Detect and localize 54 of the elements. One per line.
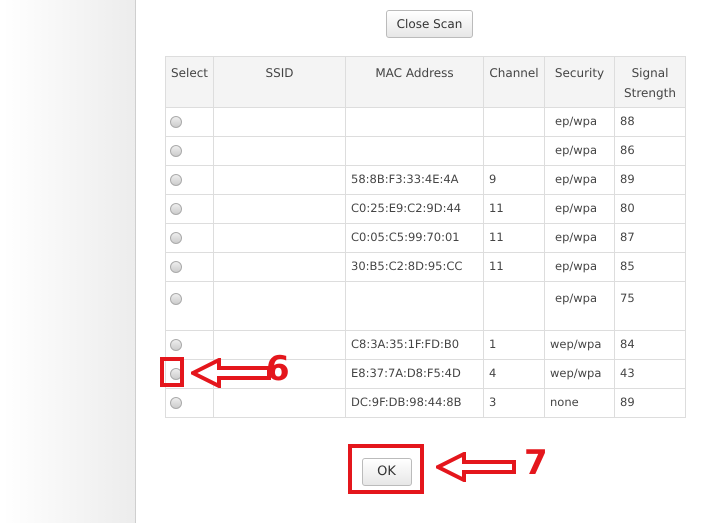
signal-cell: 87 [620,230,635,244]
security-cell: ep/wpa [555,143,598,158]
radio-button[interactable] [170,292,182,305]
security-cell: ep/wpa [555,259,598,274]
signal-cell: 84 [620,337,635,352]
mac-address-cell: DC:9F:DB:98:44:8B [351,395,462,410]
security-cell: wep/wpa [550,337,602,352]
channel-cell: 9 [489,172,496,186]
radio-button[interactable] [170,397,182,410]
mac-address-cell: E8:37:7A:D8:F5:4D [351,366,461,380]
radio-button[interactable] [170,339,182,352]
channel-cell: 11 [489,259,504,274]
close-scan-button[interactable]: Close Scan [386,10,474,38]
signal-cell: 75 [620,291,635,305]
signal-cell: 88 [620,114,635,128]
channel-cell: 1 [489,337,496,352]
signal-cell: 80 [620,201,635,216]
ok-button[interactable]: OK [362,458,412,486]
radio-button[interactable] [170,261,182,274]
security-cell: ep/wpa [555,201,598,216]
signal-cell: 85 [620,259,635,274]
mac-address-cell: C8:3A:35:1F:FD:B0 [351,337,460,352]
radio-button[interactable] [170,232,182,244]
signal-cell: 89 [620,395,635,410]
channel-cell: 11 [489,230,504,244]
channel-cell: 11 [489,201,504,216]
security-cell: wep/wpa [550,366,602,380]
radio-button[interactable] [170,174,182,186]
security-cell: ep/wpa [555,114,598,128]
mac-address-cell: C0:05:C5:99:70:01 [351,230,460,244]
signal-cell: 89 [620,172,635,186]
column-header: MAC Address [375,66,454,80]
arrow-icon [436,452,516,482]
signal-cell: 43 [620,366,635,380]
security-cell: ep/wpa [555,291,598,305]
channel-cell: 3 [489,395,496,410]
security-cell: ep/wpa [555,172,598,186]
column-header: SSID [265,66,294,80]
column-header: Channel [489,66,539,80]
radio-button[interactable] [170,145,182,158]
signal-cell: 86 [620,143,635,158]
mac-address-cell: C0:25:E9:C2:9D:44 [351,201,462,216]
mac-address-cell: 30:B5:C2:8D:95:CC [351,259,462,274]
security-cell: ep/wpa [555,230,598,244]
channel-cell: 4 [489,366,496,380]
column-header: Select [170,66,208,80]
radio-button[interactable] [170,203,182,216]
mac-address-cell: 58:8B:F3:33:4E:4A [351,172,459,186]
radio-button[interactable] [170,116,182,128]
column-header: Signal Strength [624,66,676,100]
column-header: Security [554,66,604,80]
step-number: 7 [524,446,548,480]
security-cell: none [550,395,579,410]
highlight-frame [160,357,184,387]
